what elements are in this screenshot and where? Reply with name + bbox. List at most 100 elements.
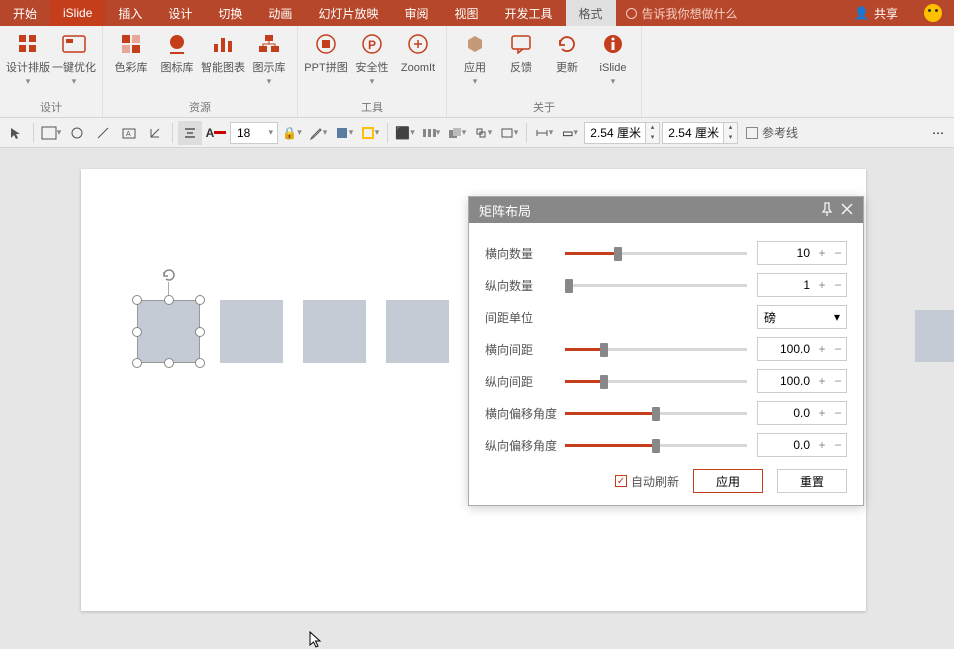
tell-me[interactable]: 告诉我你想做什么 — [616, 5, 748, 22]
overflow-icon[interactable]: ⋯ — [926, 121, 950, 145]
resize-handle[interactable] — [164, 358, 174, 368]
shape[interactable] — [303, 300, 366, 363]
smart-chart-button[interactable]: 智能图表 — [201, 30, 245, 75]
app-button[interactable]: 应用▾ — [453, 30, 497, 88]
slider-hgap[interactable] — [565, 339, 747, 359]
width-icon[interactable]: ▾ — [532, 121, 556, 145]
auto-refresh-checkbox[interactable]: ✓自动刷新 — [615, 473, 679, 490]
tab-insert[interactable]: 插入 — [105, 0, 155, 26]
resize-handle[interactable] — [195, 358, 205, 368]
group-about: 应用▾ 反馈 更新 iSlide▾ 关于 — [447, 26, 642, 117]
align-left-icon[interactable]: ⬛▾ — [393, 121, 417, 145]
resize-handle[interactable] — [132, 295, 142, 305]
matrix-layout-panel: 矩阵布局 横向数量 +− 纵向数量 +− 间距单位 磅▾ 横向间距 +− 纵向间… — [468, 196, 864, 506]
group-label: 资源 — [189, 99, 211, 115]
rotate-handle[interactable] — [161, 267, 177, 283]
tab-view[interactable]: 视图 — [441, 0, 491, 26]
mouse-cursor — [309, 631, 325, 649]
measure-icon[interactable] — [143, 121, 167, 145]
font-color-icon[interactable]: A — [204, 121, 228, 145]
height-input[interactable]: ▴▾ — [662, 122, 738, 144]
value-hcount[interactable]: +− — [757, 241, 847, 265]
ribbon: 设计排版▾ 一键优化▾ 设计 色彩库 图标库 智能图表 图示库▾ 资源 PPT拼… — [0, 26, 954, 118]
security-button[interactable]: P安全性▾ — [350, 30, 394, 88]
color-lib-button[interactable]: 色彩库 — [109, 30, 153, 75]
islide-about-button[interactable]: iSlide▾ — [591, 30, 635, 88]
align-center-icon[interactable] — [178, 121, 202, 145]
slider-hang[interactable] — [565, 403, 747, 423]
slider-hcount[interactable] — [565, 243, 747, 263]
apply-button[interactable]: 应用 — [693, 469, 763, 493]
icon-lib-button[interactable]: 图标库 — [155, 30, 199, 75]
shape[interactable] — [220, 300, 283, 363]
update-button[interactable]: 更新 — [545, 30, 589, 75]
tab-format[interactable]: 格式 — [566, 0, 616, 26]
guides-checkbox[interactable]: 参考线 — [746, 124, 798, 141]
clip-icon[interactable]: ▾ — [497, 121, 521, 145]
row-vang: 纵向偏移角度 +− — [485, 429, 847, 461]
value-vgap[interactable]: +− — [757, 369, 847, 393]
feedback-button[interactable]: 反馈 — [499, 30, 543, 75]
shape-selected[interactable] — [137, 300, 200, 363]
svg-text:A: A — [126, 131, 131, 138]
row-vcount: 纵向数量 +− — [485, 269, 847, 301]
lock-icon[interactable]: 🔒▾ — [280, 121, 304, 145]
fill-icon[interactable]: ▾ — [332, 121, 356, 145]
next-slide-peek — [915, 310, 954, 362]
check-icon: ✓ — [615, 475, 627, 487]
resize-handle[interactable] — [132, 358, 142, 368]
ppt-collage-button[interactable]: PPT拼图 — [304, 30, 348, 75]
tab-anim[interactable]: 动画 — [255, 0, 305, 26]
value-vang[interactable]: +− — [757, 433, 847, 457]
resize-handle[interactable] — [195, 327, 205, 337]
diagram-lib-button[interactable]: 图示库▾ — [247, 30, 291, 88]
width-input[interactable]: ▴▾ — [584, 122, 660, 144]
distribute-h-icon[interactable]: ▾ — [419, 121, 443, 145]
zoomit-button[interactable]: ZoomIt — [396, 30, 440, 75]
group-resource: 色彩库 图标库 智能图表 图示库▾ 资源 — [103, 26, 298, 117]
outline-icon[interactable]: ▾ — [358, 121, 382, 145]
tab-review[interactable]: 审阅 — [391, 0, 441, 26]
eyedropper-icon[interactable]: ▾ — [306, 121, 330, 145]
resize-handle[interactable] — [195, 295, 205, 305]
shadow-icon[interactable]: ▭▾ — [558, 121, 582, 145]
value-hang[interactable]: +− — [757, 401, 847, 425]
resize-handle[interactable] — [132, 327, 142, 337]
unit-select[interactable]: 磅▾ — [757, 305, 847, 329]
share-button[interactable]: 👤共享 — [840, 5, 912, 22]
slider-vgap[interactable] — [565, 371, 747, 391]
slider-vcount[interactable] — [565, 275, 747, 295]
arrange-icon[interactable]: ▾ — [445, 121, 469, 145]
row-hgap: 横向间距 +− — [485, 333, 847, 365]
value-hgap[interactable]: +− — [757, 337, 847, 361]
row-hcount: 横向数量 +− — [485, 237, 847, 269]
tab-design[interactable]: 设计 — [155, 0, 205, 26]
one-click-optimize-button[interactable]: 一键优化▾ — [52, 30, 96, 88]
font-size-select[interactable]: 18 — [230, 122, 278, 144]
quick-toolbar: ▾ A A 18 🔒▾ ▾ ▾ ▾ ⬛▾ ▾ ▾ ▾ ▾ ▾ ▭▾ ▴▾ ▴▾ … — [0, 118, 954, 148]
circle-icon[interactable] — [65, 121, 89, 145]
tab-dev[interactable]: 开发工具 — [491, 0, 565, 26]
tab-start[interactable]: 开始 — [0, 0, 50, 26]
pin-icon[interactable] — [821, 202, 833, 219]
line-icon[interactable] — [91, 121, 115, 145]
close-icon[interactable] — [841, 203, 853, 218]
design-layout-button[interactable]: 设计排版▾ — [6, 30, 50, 88]
slider-vang[interactable] — [565, 435, 747, 455]
group-tool: PPT拼图 P安全性▾ ZoomIt 工具 — [298, 26, 447, 117]
resize-handle[interactable] — [164, 295, 174, 305]
smiley-icon[interactable] — [924, 4, 942, 22]
tab-transition[interactable]: 切换 — [205, 0, 255, 26]
value-vcount[interactable]: +− — [757, 273, 847, 297]
shape[interactable] — [386, 300, 449, 363]
reset-button[interactable]: 重置 — [777, 469, 847, 493]
bulb-icon — [626, 8, 637, 19]
tab-islide[interactable]: iSlide — [50, 0, 105, 26]
panel-titlebar[interactable]: 矩阵布局 — [469, 197, 863, 223]
tab-slideshow[interactable]: 幻灯片放映 — [305, 0, 391, 26]
shape-icon[interactable]: ▾ — [39, 121, 63, 145]
textbox-icon[interactable]: A — [117, 121, 141, 145]
chevron-down-icon: ▾ — [834, 310, 840, 324]
select-icon[interactable] — [4, 121, 28, 145]
group-icon[interactable]: ▾ — [471, 121, 495, 145]
